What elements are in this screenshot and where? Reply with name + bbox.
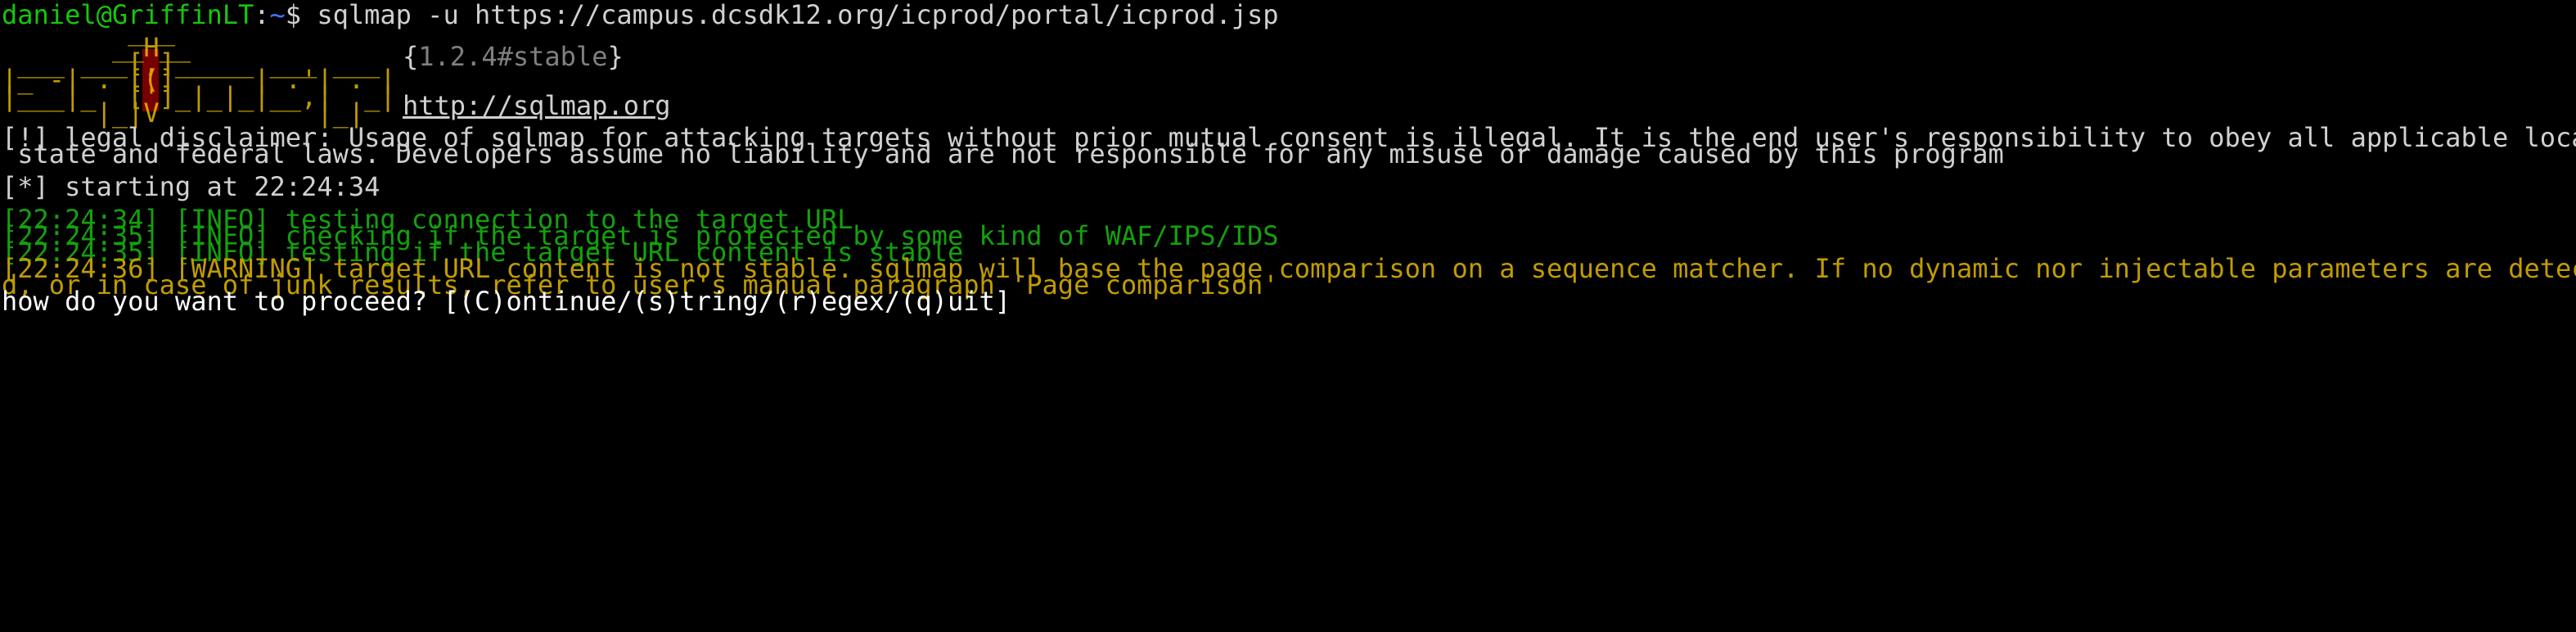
disclaimer-line-2: state and federal laws. Developers assum…: [2, 138, 2004, 169]
prompt-dollar: $: [285, 0, 302, 30]
sqlmap-url-line: http://sqlmap.org: [403, 89, 671, 122]
prompt-separator: :: [254, 0, 270, 30]
command-text: sqlmap -u https://campus.dcsdk12.org/icp…: [317, 0, 1279, 30]
command-prompt-line: daniel@GriffinLT:~$ sqlmap -u https://ca…: [2, 0, 1279, 31]
version-label: {1.2.4#stable}: [403, 41, 624, 72]
sqlmap-url-link[interactable]: http://sqlmap.org: [403, 90, 671, 121]
version-text: 1.2.4#stable: [418, 41, 608, 72]
starting-line: [*] starting at 22:24:34: [2, 171, 381, 202]
proceed-question[interactable]: how do you want to proceed? [(C)ontinue/…: [2, 285, 1011, 318]
prompt-path: ~: [269, 0, 286, 30]
terminal-window[interactable]: daniel@GriffinLT:~$ sqlmap -u https://ca…: [2, 0, 2576, 632]
logo-highlight-bar: [142, 49, 159, 111]
